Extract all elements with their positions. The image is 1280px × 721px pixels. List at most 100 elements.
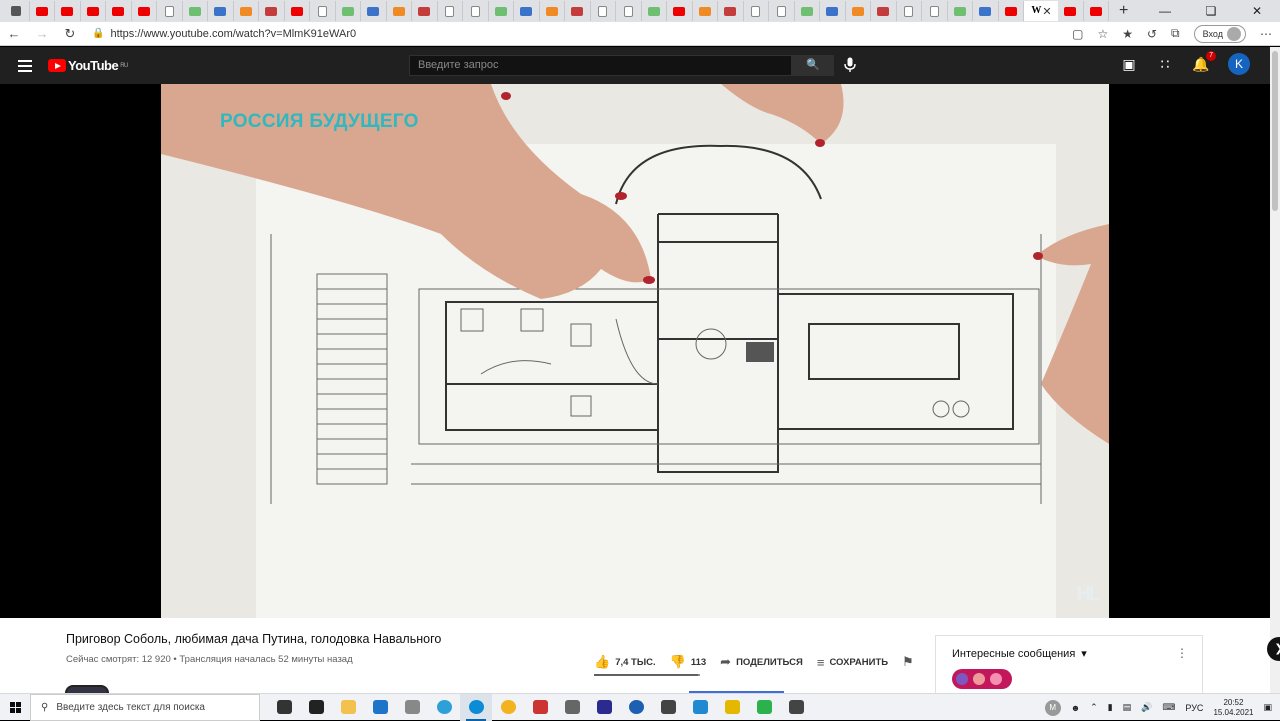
create-video-icon[interactable]: ▣: [1120, 56, 1138, 73]
keyboard-icon[interactable]: ⌨: [1162, 702, 1175, 713]
page-scrollbar[interactable]: [1270, 47, 1280, 693]
browser-tab[interactable]: [871, 1, 897, 21]
chat-participants-pill[interactable]: [952, 669, 1012, 689]
browser-tab[interactable]: [769, 1, 795, 21]
history-icon[interactable]: ↺: [1147, 27, 1157, 41]
search-input[interactable]: Введите запрос: [409, 55, 792, 76]
more-menu-icon[interactable]: ⋯: [1260, 27, 1272, 41]
taskbar-app-edge[interactable]: [460, 693, 492, 721]
favorite-star-icon[interactable]: ☆: [1097, 27, 1108, 41]
browser-tab[interactable]: [4, 1, 30, 21]
browser-tab[interactable]: [81, 1, 106, 21]
browser-tab[interactable]: [591, 1, 616, 21]
close-window-button[interactable]: ✕: [1234, 0, 1280, 22]
taskbar-app-close-app[interactable]: [780, 694, 812, 721]
collections-icon[interactable]: ⧉: [1171, 26, 1180, 41]
browser-tab[interactable]: [208, 1, 234, 21]
read-mode-icon[interactable]: ▢: [1072, 27, 1083, 41]
favorites-icon[interactable]: ★: [1122, 27, 1133, 41]
taskbar-app-chart[interactable]: [524, 694, 556, 721]
browser-tab[interactable]: [183, 1, 208, 21]
taskbar-app-vscode[interactable]: [684, 694, 716, 721]
close-tab-icon[interactable]: ✕: [1042, 5, 1051, 18]
share-button[interactable]: ➦ ПОДЕЛИТЬСЯ: [720, 654, 803, 670]
browser-tab[interactable]: [922, 1, 948, 21]
battery-icon[interactable]: ▮: [1108, 702, 1113, 713]
browser-tab[interactable]: [412, 1, 438, 21]
taskbar-app-task-view[interactable]: [268, 694, 300, 721]
browser-tab[interactable]: [718, 1, 744, 21]
taskbar-app-jetbrains[interactable]: [588, 694, 620, 721]
taskbar-app-yandex[interactable]: [492, 694, 524, 721]
browser-tab[interactable]: [310, 1, 336, 21]
notifications-bell-icon[interactable]: 🔔 7: [1192, 50, 1216, 73]
save-button[interactable]: ≡ СОХРАНИТЬ: [817, 655, 888, 670]
taskbar-app-money[interactable]: [748, 694, 780, 721]
browser-tab[interactable]: [157, 1, 183, 21]
youtube-logo[interactable]: YouTube RU: [48, 58, 128, 73]
browser-tab[interactable]: [693, 1, 718, 21]
back-button[interactable]: ←: [0, 26, 28, 41]
browser-tab[interactable]: [234, 1, 259, 21]
taskbar-search-input[interactable]: ⚲ Введите здесь текст для поиска: [30, 693, 260, 721]
browser-tab[interactable]: [514, 1, 540, 21]
browser-tab[interactable]: [489, 1, 514, 21]
like-button[interactable]: 👍 7,4 ТЫС.: [594, 654, 656, 670]
chat-mode-dropdown[interactable]: Интересные сообщения ▾: [952, 647, 1087, 661]
network-icon[interactable]: ▤: [1123, 702, 1132, 713]
taskbar-app-arc[interactable]: [716, 694, 748, 721]
browser-tab[interactable]: [540, 1, 565, 21]
browser-tab[interactable]: [1058, 1, 1084, 21]
minimize-button[interactable]: —: [1142, 0, 1188, 22]
browser-tab[interactable]: [132, 1, 157, 21]
user-initial-badge[interactable]: M: [1044, 699, 1061, 716]
taskbar-app-puzzle[interactable]: [556, 694, 588, 721]
volume-icon[interactable]: 🔊: [1141, 702, 1152, 713]
menu-icon[interactable]: [18, 59, 32, 72]
microphone-icon[interactable]: [844, 57, 856, 73]
more-vert-icon[interactable]: ⋮: [1176, 646, 1188, 660]
apps-grid-icon[interactable]: ∷: [1156, 56, 1174, 73]
browser-tab[interactable]: [565, 1, 591, 21]
maximize-button[interactable]: ❏: [1188, 0, 1234, 22]
chevron-up-icon[interactable]: ⌃: [1090, 702, 1098, 713]
taskbar-app-store[interactable]: [300, 694, 332, 721]
browser-tab[interactable]: [973, 1, 999, 21]
taskbar-app-globe[interactable]: [620, 694, 652, 721]
search-button[interactable]: 🔍: [792, 55, 834, 76]
video-player[interactable]: РОССИЯ БУДУЩЕГО HL: [0, 84, 1270, 618]
start-button[interactable]: [0, 701, 30, 713]
scrollbar-thumb[interactable]: [1272, 51, 1278, 211]
browser-tab[interactable]: [438, 1, 463, 21]
browser-tab[interactable]: [846, 1, 871, 21]
forward-button[interactable]: →: [28, 26, 56, 41]
browser-tab[interactable]: [1084, 1, 1109, 21]
video-frame[interactable]: РОССИЯ БУДУЩЕГО HL: [161, 84, 1109, 618]
browser-tab[interactable]: [744, 1, 769, 21]
browser-tab[interactable]: [361, 1, 387, 21]
taskbar-app-telegram[interactable]: [428, 694, 460, 721]
browser-tab[interactable]: [387, 1, 412, 21]
taskbar-app-explorer[interactable]: [332, 694, 364, 721]
browser-tab[interactable]: [30, 1, 55, 21]
taskbar-app-terminal[interactable]: [652, 694, 684, 721]
taskbar-app-mail[interactable]: [364, 694, 396, 721]
channel-avatar[interactable]: [65, 685, 109, 693]
report-button[interactable]: ⚑: [902, 654, 914, 670]
browser-tab[interactable]: [795, 1, 820, 21]
browser-tab[interactable]: [106, 1, 132, 21]
browser-tab[interactable]: [820, 1, 846, 21]
browser-tab-active[interactable]: W ✕: [1024, 1, 1058, 21]
signin-button[interactable]: Вход: [1193, 24, 1246, 43]
taskbar-app-settings[interactable]: [396, 694, 428, 721]
browser-tab[interactable]: [667, 1, 693, 21]
language-indicator[interactable]: РУС: [1185, 703, 1203, 713]
browser-tab[interactable]: [897, 1, 922, 21]
account-avatar[interactable]: K: [1228, 53, 1250, 75]
browser-tab[interactable]: [336, 1, 361, 21]
browser-tab[interactable]: [285, 1, 310, 21]
people-icon[interactable]: ☻: [1071, 703, 1080, 713]
browser-tab[interactable]: [642, 1, 667, 21]
browser-tab[interactable]: [948, 1, 973, 21]
chevron-right-icon[interactable]: ❯: [1267, 637, 1280, 661]
